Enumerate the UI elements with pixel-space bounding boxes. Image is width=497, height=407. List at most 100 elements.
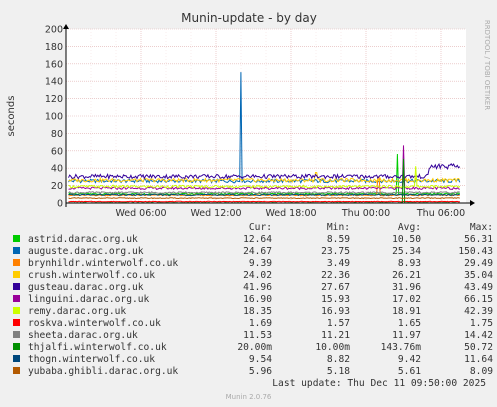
chart-title: Munin-update - by day — [181, 11, 317, 25]
legend-avg: 31.96 — [392, 282, 421, 293]
legend-cur: 1.69 — [248, 318, 272, 329]
legend-cur: 41.96 — [243, 282, 272, 293]
legend-swatch — [13, 342, 20, 350]
legend-max: 29.49 — [464, 258, 493, 269]
legend-cur: 16.90 — [243, 294, 272, 305]
legend-min: 11.21 — [321, 330, 350, 341]
legend-swatch — [13, 366, 20, 374]
legend-min: 3.49 — [326, 258, 350, 269]
legend-max: 50.72 — [464, 342, 493, 353]
legend-name: gusteau.darac.org.uk — [28, 282, 144, 293]
legend-avg: 8.93 — [397, 258, 421, 269]
legend-max: 56.31 — [464, 234, 493, 245]
legend-avg: 5.61 — [397, 366, 421, 377]
legend-min: 22.36 — [321, 270, 350, 281]
legend-swatch — [13, 270, 20, 278]
legend-swatch — [13, 282, 20, 290]
legend-row: yubaba.ghibli.darac.org.uk 5.96 5.18 5.61 8.… — [13, 366, 493, 378]
legend-avg: 9.42 — [397, 354, 421, 365]
legend-swatch — [13, 294, 20, 302]
legend-max: 42.39 — [464, 306, 493, 317]
legend-row: linguini.darac.org.uk 16.90 15.93 17.02 66.1… — [13, 294, 493, 306]
y-tick-label: 120 — [45, 94, 63, 105]
y-tick-label: 80 — [51, 129, 63, 140]
x-axis-arrow — [470, 200, 475, 206]
legend-table: Cur: Min: Avg: Max: astrid.darac.org.uk 1… — [13, 222, 493, 378]
legend-min: 8.82 — [326, 354, 350, 365]
legend-name: sheeta.darac.org.uk — [28, 330, 138, 341]
legend-cur: 11.53 — [243, 330, 272, 341]
legend-avg: 143.76m — [380, 342, 421, 353]
legend-swatch — [13, 354, 20, 362]
legend-max: 1.75 — [469, 318, 493, 329]
y-tick-label: 40 — [51, 164, 63, 175]
header-avg: Avg: — [397, 222, 421, 233]
legend-name: thogn.winterwolf.co.uk — [28, 354, 156, 365]
y-axis-arrow — [63, 24, 69, 29]
legend-row: thjalfi.winterwolf.co.uk 20.00m 10.00m 143.… — [13, 342, 493, 354]
legend-max: 150.43 — [458, 246, 493, 257]
y-tick-label: 100 — [45, 112, 63, 123]
series-line — [68, 200, 460, 203]
munin-version-footer: Munin 2.0.76 — [225, 393, 272, 401]
legend-swatch — [13, 258, 20, 266]
legend-row: astrid.darac.org.uk 12.64 8.59 10.50 56.31 — [13, 234, 493, 246]
legend-avg: 25.34 — [392, 246, 421, 257]
y-axis-label: seconds — [6, 96, 17, 137]
legend-cur: 9.54 — [248, 354, 272, 365]
legend-swatch — [13, 246, 20, 254]
legend-name: astrid.darac.org.uk — [28, 234, 138, 245]
legend-avg: 26.21 — [392, 270, 421, 281]
y-tick-label: 140 — [45, 77, 63, 88]
x-tick-label: Wed 18:00 — [265, 208, 316, 219]
legend-avg: 17.02 — [392, 294, 421, 305]
legend-max: 35.04 — [464, 270, 493, 281]
legend-name: yubaba.ghibli.darac.org.uk — [28, 366, 179, 377]
legend-max: 8.09 — [469, 366, 493, 377]
x-tick-label: Thu 06:00 — [416, 208, 465, 219]
legend-cur: 18.35 — [243, 306, 272, 317]
legend-cur: 5.96 — [248, 366, 272, 377]
header-min: Min: — [326, 222, 350, 233]
legend-max: 14.42 — [464, 330, 493, 341]
legend-avg: 11.97 — [392, 330, 421, 341]
legend-avg: 18.91 — [392, 306, 421, 317]
legend-min: 8.59 — [326, 234, 350, 245]
x-tick-label: Thu 00:00 — [341, 208, 390, 219]
legend-name: auguste.darac.org.uk — [28, 246, 144, 257]
legend-row: thogn.winterwolf.co.uk 9.54 8.82 9.42 11.64 — [13, 354, 493, 366]
legend-min: 1.57 — [326, 318, 350, 329]
y-tick-label: 60 — [51, 146, 63, 157]
legend-cur: 20.00m — [237, 342, 272, 353]
legend-row: gusteau.darac.org.uk 41.96 27.67 31.96 43.49 — [13, 282, 493, 294]
y-tick-labels: 0 20 40 60 80 100 120 140 160 180 200 — [45, 25, 63, 210]
legend-max: 66.15 — [464, 294, 493, 305]
rrdtool-watermark: RRDTOOL / TOBI OETIKER — [483, 20, 491, 110]
legend-min: 27.67 — [321, 282, 350, 293]
y-tick-label: 180 — [45, 42, 63, 53]
legend-cur: 9.39 — [248, 258, 272, 269]
legend-avg: 1.65 — [397, 318, 421, 329]
y-tick-label: 20 — [51, 181, 63, 192]
legend-row: roskva.winterwolf.co.uk 1.69 1.57 1.65 1.75 — [13, 318, 493, 330]
series-line — [68, 197, 460, 200]
legend-swatch — [13, 306, 20, 314]
legend-cur: 24.67 — [243, 246, 272, 257]
legend-header-row: Cur: Min: Avg: Max: — [13, 222, 493, 234]
legend-min: 16.93 — [321, 306, 350, 317]
legend-swatch — [13, 330, 20, 338]
legend-name: thjalfi.winterwolf.co.uk — [28, 342, 167, 353]
legend-name: remy.darac.org.uk — [28, 306, 127, 317]
legend-name: roskva.winterwolf.co.uk — [28, 318, 161, 329]
legend-min: 15.93 — [321, 294, 350, 305]
last-update: Last update: Thu Dec 11 09:50:00 2025 — [272, 378, 486, 389]
legend-row: crush.winterwolf.co.uk 24.02 22.36 26.21 35.… — [13, 270, 493, 282]
legend-max: 43.49 — [464, 282, 493, 293]
legend-row: remy.darac.org.uk 18.35 16.93 18.91 42.39 — [13, 306, 493, 318]
x-tick-label: Wed 06:00 — [115, 208, 166, 219]
x-tick-labels: Wed 06:00 Wed 12:00 Wed 18:00 Thu 00:00 Thu … — [115, 208, 465, 219]
x-tick-label: Wed 12:00 — [190, 208, 241, 219]
legend-row: auguste.darac.org.uk 24.67 23.75 25.34 150.4… — [13, 246, 493, 258]
legend-max: 11.64 — [464, 354, 493, 365]
legend-min: 23.75 — [321, 246, 350, 257]
